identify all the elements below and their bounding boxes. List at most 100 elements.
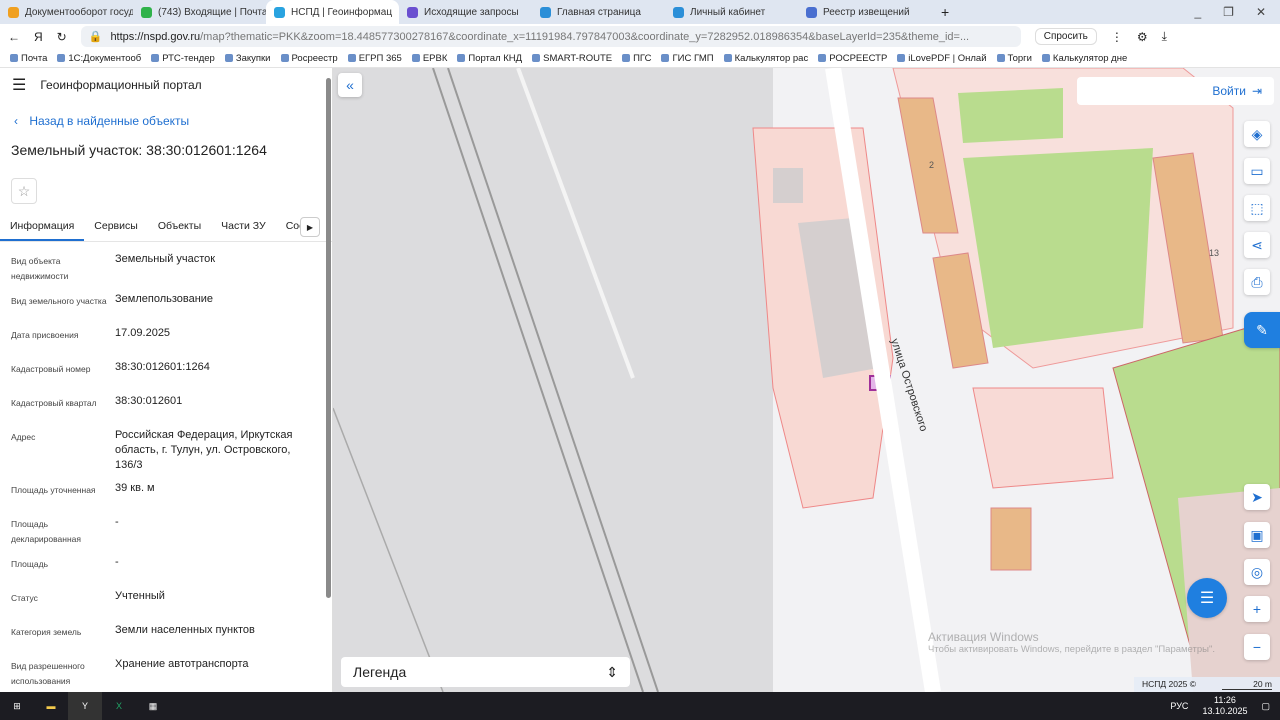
geo-button[interactable]: ◎ bbox=[1244, 559, 1270, 585]
bookmark[interactable]: Торги bbox=[997, 53, 1032, 64]
map-attribution: НСПД 2025 © 20 m bbox=[1134, 677, 1280, 692]
favorite-star-icon[interactable]: ☆ bbox=[11, 178, 37, 204]
locate-button[interactable]: ➤ bbox=[1244, 484, 1270, 510]
ask-button[interactable]: Спросить bbox=[1034, 28, 1097, 45]
browser-tab[interactable]: Исходящие запросы bbox=[399, 0, 532, 24]
bookmark[interactable]: SMART-ROUTE bbox=[532, 53, 612, 64]
ruler-button[interactable]: ▭ bbox=[1244, 158, 1270, 184]
bookmark[interactable]: Портал КНД bbox=[457, 53, 522, 64]
expand-icon: ⇕ bbox=[606, 663, 618, 680]
layers-button[interactable]: ◈ bbox=[1244, 121, 1270, 147]
back-link[interactable]: ‹ Назад в найденные объекты bbox=[0, 102, 332, 142]
info-value: 38:30:012601:1264 bbox=[115, 361, 210, 373]
info-row: Статус Учтенный bbox=[11, 589, 332, 615]
panel-tab[interactable]: Информация bbox=[0, 212, 85, 241]
bookmark[interactable]: ЕРВК bbox=[412, 53, 448, 64]
login-icon: ⇥ bbox=[1251, 84, 1262, 98]
panel-tab[interactable]: Части ЗУ bbox=[211, 212, 276, 241]
legend-dropdown[interactable]: Легенда ⇕ bbox=[341, 657, 630, 687]
info-label: Вид земельного участка bbox=[11, 296, 107, 306]
restore-icon[interactable]: ❐ bbox=[1223, 5, 1234, 19]
chat-button[interactable]: ☰ bbox=[1187, 578, 1227, 618]
browser-tab[interactable]: НСПД | Геоинформац✕ bbox=[266, 0, 399, 24]
extensions-icon[interactable]: ⚙ bbox=[1137, 30, 1148, 44]
bookmark[interactable]: РОСРЕЕСТР bbox=[818, 53, 887, 64]
browser-tab[interactable]: Документооборот госуд bbox=[0, 0, 133, 24]
menu-icon[interactable]: ☰ bbox=[12, 75, 26, 95]
bookmark[interactable]: Калькулятор дне bbox=[1042, 53, 1127, 64]
info-label: Дата присвоения bbox=[11, 330, 79, 340]
info-value: 17.09.2025 bbox=[115, 327, 171, 339]
close-window-icon[interactable]: ✕ bbox=[1256, 5, 1266, 19]
info-label: Площадь уточненная bbox=[11, 485, 96, 495]
zoom-out-button[interactable]: − bbox=[1244, 634, 1270, 660]
info-row: Адрес Российская Федерация, Иркутская обл… bbox=[11, 428, 332, 473]
yandex-icon[interactable]: Я bbox=[34, 30, 43, 44]
info-value: Учтенный bbox=[115, 590, 165, 602]
info-row: Вид земельного участка Землепользование bbox=[11, 292, 332, 318]
share-button[interactable]: ⋖ bbox=[1244, 232, 1270, 258]
select-area-button[interactable]: ⬚ bbox=[1244, 195, 1270, 221]
info-label: Кадастровый номер bbox=[11, 364, 91, 374]
collapse-panel-button[interactable]: « bbox=[338, 73, 362, 97]
info-value: Земли населенных пунктов bbox=[115, 624, 255, 636]
login-button[interactable]: Войти ⇥ bbox=[1077, 77, 1274, 105]
bookmark[interactable]: ГИС ГМП bbox=[661, 53, 713, 64]
zoom-in-button[interactable]: + bbox=[1244, 596, 1270, 622]
minimap-button[interactable]: ▣ bbox=[1244, 522, 1270, 548]
info-row: Кадастровый квартал 38:30:012601 bbox=[11, 394, 332, 420]
browser-tab[interactable]: Реестр извещений bbox=[798, 0, 931, 24]
print-button[interactable]: ⎙ bbox=[1244, 269, 1270, 295]
bookmark[interactable]: Закупки bbox=[225, 53, 271, 64]
object-info-panel: ☰ Геоинформационный портал ‹ Назад в найд… bbox=[0, 68, 333, 692]
lock-icon: 🔒 bbox=[88, 31, 103, 43]
windows-activation-watermark: Активация Windows Чтобы активировать Wind… bbox=[928, 630, 1215, 655]
browser-tab[interactable]: Главная страница bbox=[532, 0, 665, 24]
info-value: Хранение автотранспорта bbox=[115, 658, 249, 670]
menu-icon[interactable]: ⋮ bbox=[1111, 30, 1123, 44]
file-explorer-icon[interactable]: ▬ bbox=[34, 692, 68, 720]
object-title: Земельный участок: 38:30:012601:1264 bbox=[11, 142, 267, 158]
url-input[interactable]: 🔒 https://nspd.gov.ru/map?thematic=PKK&zo… bbox=[80, 26, 1021, 47]
info-value: 38:30:012601 bbox=[115, 395, 183, 407]
info-value: - bbox=[115, 556, 119, 568]
new-tab-icon[interactable]: + bbox=[931, 4, 959, 20]
app-icon[interactable]: ▦ bbox=[136, 692, 170, 720]
bookmark[interactable]: Почта bbox=[10, 53, 47, 64]
bookmark[interactable]: ПГС bbox=[622, 53, 651, 64]
app-title: Геоинформационный портал bbox=[40, 78, 202, 92]
bookmark[interactable]: РТС-тендер bbox=[151, 53, 215, 64]
tabs-next-button[interactable]: ▶ bbox=[300, 217, 320, 237]
info-label: Вид объекта недвижимости bbox=[11, 256, 69, 281]
map-view[interactable]: 2 13 улица Островского « Войти ⇥ ◈ ▭ ⬚ ⋖ … bbox=[333, 68, 1280, 692]
tab-favicon-icon bbox=[274, 6, 285, 18]
info-label: Адрес bbox=[11, 432, 36, 442]
panel-tab[interactable]: Объекты bbox=[148, 212, 211, 241]
bookmark[interactable]: Росреестр bbox=[281, 53, 338, 64]
download-icon[interactable]: ⤓ bbox=[1162, 29, 1167, 44]
browser-tab[interactable]: (743) Входящие | Почта | bbox=[133, 0, 266, 24]
info-row: Кадастровый номер 38:30:012601:1264 bbox=[11, 360, 332, 386]
yandex-browser-icon[interactable]: Y bbox=[68, 692, 102, 720]
back-icon[interactable]: ← bbox=[8, 30, 20, 44]
reload-icon[interactable]: ↻ bbox=[57, 30, 67, 44]
notifications-icon[interactable]: ▢ bbox=[1261, 701, 1270, 712]
info-value: Земельный участок bbox=[115, 253, 216, 265]
panel-scrollbar[interactable] bbox=[326, 78, 331, 598]
bookmark[interactable]: iLovePDF | Онлай bbox=[897, 53, 986, 64]
windows-start-icon[interactable]: ⊞ bbox=[0, 692, 34, 720]
house-number: 13 bbox=[1209, 248, 1219, 258]
bookmark[interactable]: ЕГРП 365 bbox=[348, 53, 402, 64]
panel-tab[interactable]: Сервисы bbox=[84, 212, 148, 241]
minimize-icon[interactable]: _ bbox=[1194, 5, 1201, 19]
info-row: Вид разрешенного использования Хранение а… bbox=[11, 657, 332, 689]
excel-icon[interactable]: X bbox=[102, 692, 136, 720]
feedback-button[interactable]: ✎ bbox=[1244, 312, 1280, 348]
info-row: Вид объекта недвижимости Земельный участо… bbox=[11, 252, 332, 284]
tab-favicon-icon bbox=[8, 6, 19, 18]
info-label: Площадь декларированная bbox=[11, 519, 81, 544]
bookmarks-bar: Почта 1С:Документооб РТС-тендер Закупки Роср… bbox=[0, 49, 1280, 68]
browser-tab[interactable]: Личный кабинет bbox=[665, 0, 798, 24]
bookmark[interactable]: 1С:Документооб bbox=[57, 53, 141, 64]
bookmark[interactable]: Калькулятор рас bbox=[724, 53, 809, 64]
